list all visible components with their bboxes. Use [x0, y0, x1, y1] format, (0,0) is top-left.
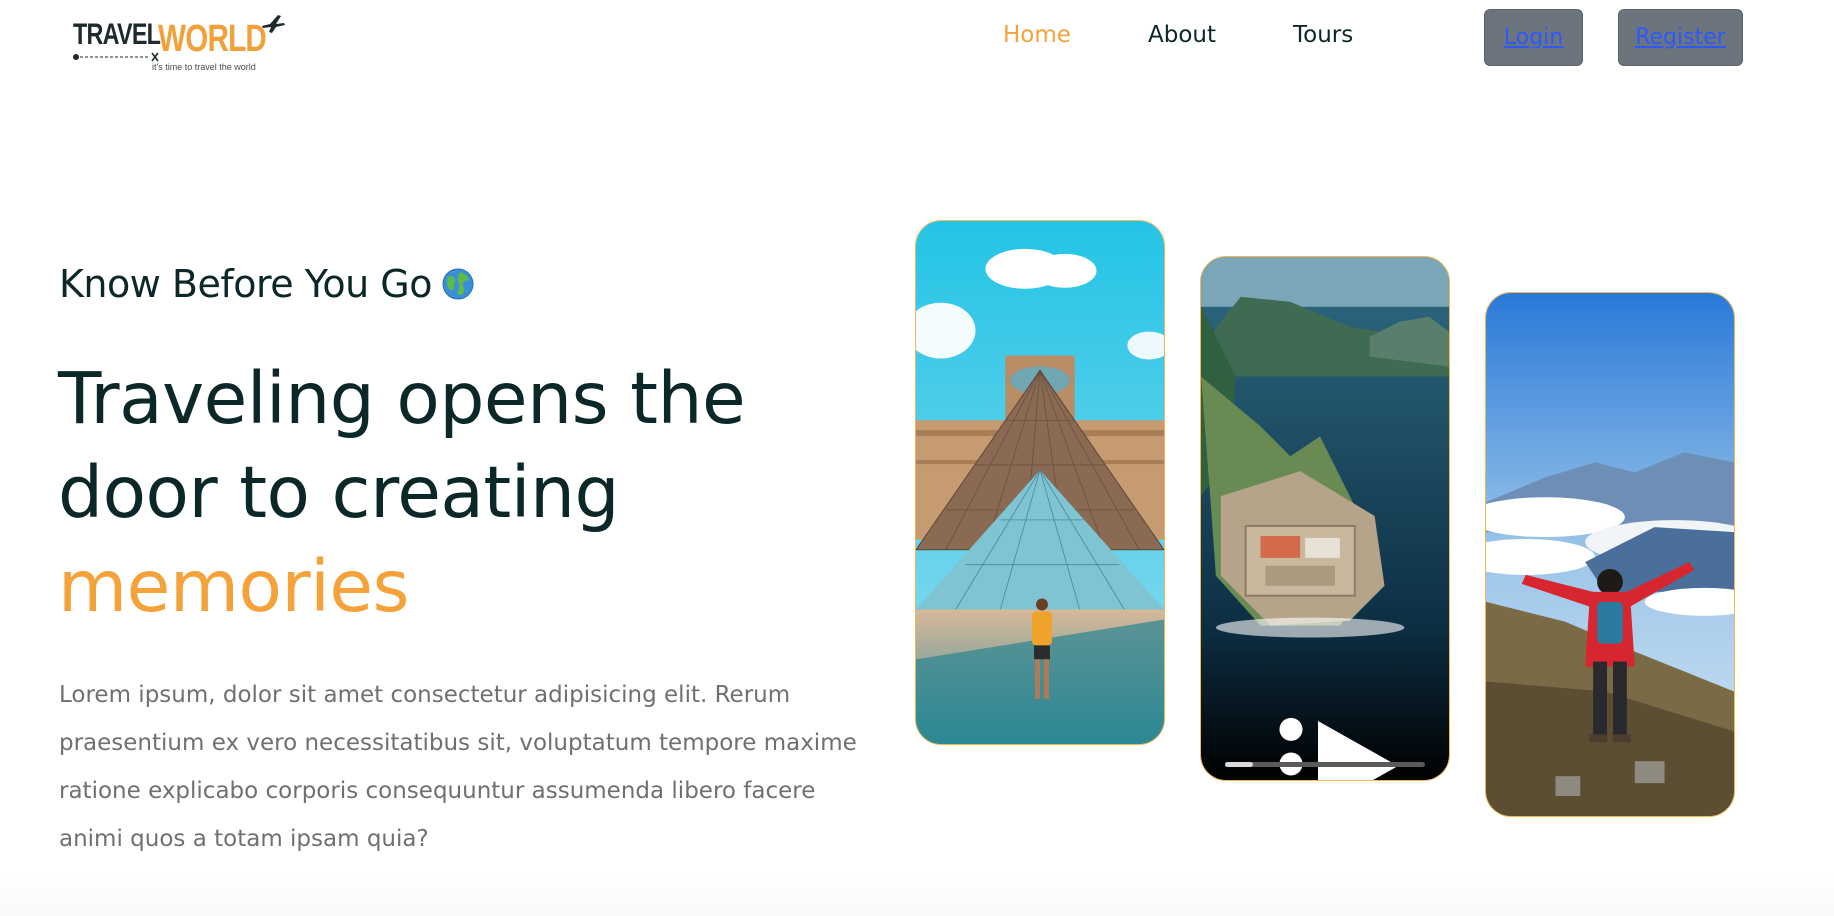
logo-tagline: it's time to travel the world [152, 62, 256, 72]
flight-path-icon [73, 52, 159, 62]
hero-image-hiker [1485, 292, 1735, 817]
nav-home[interactable]: Home [1003, 22, 1071, 48]
louvre-illustration [916, 221, 1164, 744]
hero-description: Lorem ipsum, dolor sit amet consectetur … [59, 682, 857, 852]
headline-accent: memories [58, 545, 410, 628]
hero-subtitle-text: Know Before You Go [59, 262, 433, 306]
section-divider [0, 870, 1834, 916]
site-header: TRAVEL WORLD it's time to travel the wor… [0, 0, 1834, 78]
globe-icon [442, 268, 474, 300]
hero-video[interactable] [1200, 256, 1450, 781]
logo[interactable]: TRAVEL WORLD it's time to travel the wor… [70, 10, 285, 76]
register-button[interactable]: Register [1618, 9, 1743, 66]
nav-about[interactable]: About [1148, 22, 1216, 48]
nav-tours[interactable]: Tours [1293, 22, 1353, 48]
video-progress-fill [1225, 762, 1253, 767]
hiker-illustration [1486, 293, 1734, 816]
login-button[interactable]: Login [1484, 9, 1583, 66]
headline-line-1: Traveling opens the [58, 357, 746, 440]
video-controls [1201, 680, 1449, 780]
hero-image-louvre [915, 220, 1165, 745]
logo-word-travel: TRAVEL [73, 18, 161, 51]
video-progress-bar[interactable] [1225, 762, 1425, 767]
hero-headline: Traveling opens the door to creating mem… [58, 352, 878, 634]
hero-subtitle: Know Before You Go [59, 262, 474, 306]
airplane-icon [262, 15, 285, 33]
headline-line-2: door to creating [58, 451, 620, 534]
logo-word-world: WORLD [158, 18, 267, 60]
more-options-icon[interactable] [1200, 714, 1415, 781]
